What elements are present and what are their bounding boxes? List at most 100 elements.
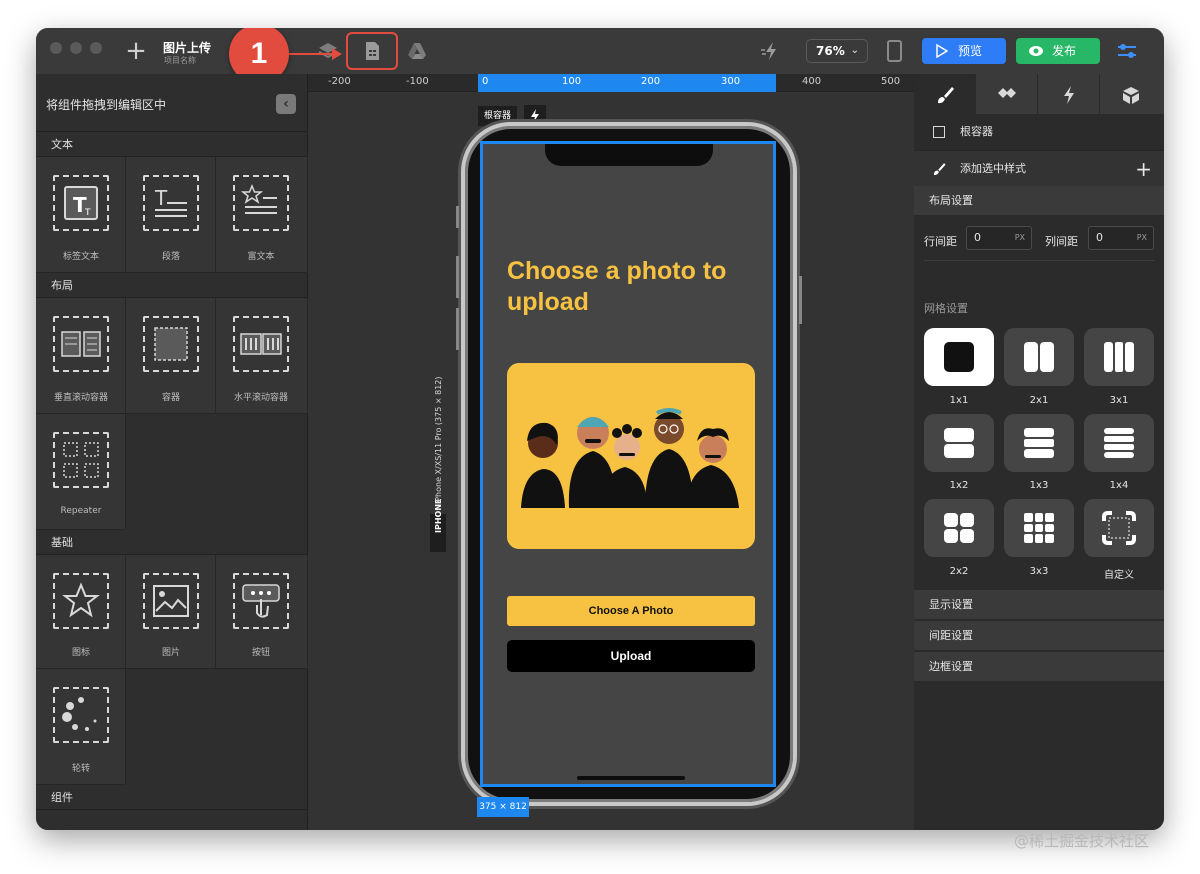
component-tile-horizontal-scroll[interactable]: 水平滚动容器: [216, 298, 308, 414]
grid-option-2x1[interactable]: [1004, 328, 1074, 386]
grid-option-1x3[interactable]: [1004, 414, 1074, 472]
add-style-row[interactable]: 添加选中样式 +: [914, 150, 1164, 186]
home-indicator: [577, 776, 685, 780]
col-gap-input[interactable]: 0 PX: [1088, 226, 1154, 250]
project-title: 图片上传: [163, 41, 212, 55]
component-tile-button[interactable]: 按钮: [216, 555, 308, 669]
window-close-dot[interactable]: [50, 42, 62, 54]
play-icon: [936, 44, 948, 58]
grid-option-1x4[interactable]: [1084, 414, 1154, 472]
grid-option-label: 2x1: [1029, 395, 1049, 406]
brush-icon: [933, 163, 946, 175]
label-text-icon: TT: [53, 175, 109, 231]
component-tile-container[interactable]: 容器: [126, 298, 216, 414]
collapse-panel-button[interactable]: ‹: [276, 94, 296, 114]
image-icon: [143, 573, 199, 629]
upload-button[interactable]: Upload: [507, 640, 755, 672]
grid-1x2-icon: [944, 428, 974, 458]
repeater-icon: [53, 432, 109, 488]
spinner-icon: [53, 687, 109, 743]
preview-button[interactable]: 预览: [922, 38, 1006, 64]
component-tile-rich-text[interactable]: 富文本: [216, 157, 308, 273]
ruler-tick: 200: [641, 76, 661, 87]
unit-label: PX: [1014, 233, 1025, 242]
section-basic: 基础: [36, 531, 308, 555]
border-settings-header[interactable]: 边框设置: [914, 652, 1164, 682]
layout-settings-header[interactable]: 布局设置: [914, 186, 1164, 216]
grid-option-2x2[interactable]: [924, 499, 994, 557]
tile-label: Repeater: [60, 506, 102, 516]
ruler-tick: 0: [482, 76, 489, 87]
watermark: @稀土掘金技术社区: [1014, 832, 1150, 850]
ruler-tick: 100: [562, 76, 582, 87]
component-tile-spinner[interactable]: 轮转: [36, 669, 126, 785]
tab-components[interactable]: [976, 74, 1038, 114]
annotation-arrow: [289, 53, 333, 55]
tab-data[interactable]: [1100, 74, 1162, 114]
component-tile-paragraph[interactable]: T 段落: [126, 157, 216, 273]
grid-option-custom[interactable]: [1084, 499, 1154, 557]
phone-side-button: [456, 308, 459, 350]
design-canvas[interactable]: -200 -100 0 100 200 300 400 500 根容器 IPHO…: [308, 74, 914, 830]
chevron-down-icon: ⌄: [850, 45, 859, 56]
component-tile-icon[interactable]: 图标: [36, 555, 126, 669]
divider: [924, 260, 1154, 261]
tab-interaction[interactable]: [1038, 74, 1100, 114]
grid-1x3-icon: [1024, 428, 1054, 458]
star-icon: [53, 573, 109, 629]
device-label: IPHONE iPhone X/XS/11 Pro (375 × 812): [430, 376, 446, 552]
data-source-icon[interactable]: [406, 40, 428, 62]
phone-screen[interactable]: Choose a photo to upload Choose A Photo …: [480, 141, 776, 787]
component-diamond-icon: [998, 88, 1016, 98]
device-name: iPhone X/XS/11 Pro (375 × 812): [434, 376, 443, 504]
title-bar: + 图片上传 项目名称 1 76% ⌄ 预览 发布: [36, 28, 1164, 84]
tile-label: 图片: [161, 648, 180, 658]
grid-option-label: 自定义: [1104, 570, 1134, 581]
zoom-select[interactable]: 76% ⌄: [806, 39, 868, 63]
svg-text:T: T: [84, 208, 91, 218]
root-container-row[interactable]: 根容器: [914, 114, 1164, 150]
row-gap-value: 0: [974, 231, 981, 244]
grid-1x1-icon: [944, 342, 974, 372]
properties-tabs: [914, 74, 1164, 114]
eye-icon: [1029, 46, 1043, 56]
component-tile-repeater[interactable]: Repeater: [36, 414, 126, 530]
lightning-icon: [1064, 86, 1074, 104]
publish-button[interactable]: 发布: [1016, 38, 1100, 64]
component-tile-label-text[interactable]: TT 标签文本: [36, 157, 126, 273]
screen-title: Choose a photo to upload: [507, 257, 727, 316]
tile-label: 容器: [161, 393, 180, 403]
people-illustration: [507, 363, 755, 549]
zoom-value: 76%: [816, 44, 845, 58]
spacing-settings-header[interactable]: 间距设置: [914, 621, 1164, 651]
grid-option-1x2[interactable]: [924, 414, 994, 472]
device-phone-icon[interactable]: [887, 40, 902, 62]
tab-style[interactable]: [914, 74, 976, 114]
checkbox-icon: [933, 126, 945, 138]
plus-icon[interactable]: +: [1135, 151, 1152, 187]
display-settings-header[interactable]: 显示设置: [914, 590, 1164, 620]
grid-option-label: 1x1: [949, 395, 969, 406]
add-page-button[interactable]: +: [124, 36, 148, 66]
sliders-icon[interactable]: [1116, 40, 1138, 62]
component-tile-vertical-scroll[interactable]: 垂直滚动容器: [36, 298, 126, 414]
window-zoom-dot[interactable]: [90, 42, 102, 54]
properties-panel: 根容器 添加选中样式 + 布局设置 行间距 0 PX 列间距 0 PX 网格设置: [914, 74, 1164, 830]
window-minimize-dot[interactable]: [70, 42, 82, 54]
grid-option-3x1[interactable]: [1084, 328, 1154, 386]
component-tile-image[interactable]: 图片: [126, 555, 216, 669]
brush-icon: [938, 87, 954, 104]
vertical-scroll-container-icon: [53, 316, 109, 372]
tile-label: 按钮: [251, 648, 270, 658]
grid-option-1x1[interactable]: [924, 328, 994, 386]
grid-option-label: 1x3: [1029, 480, 1049, 491]
tile-label: 垂直滚动容器: [53, 393, 108, 403]
annotation-arrow-head: [332, 48, 342, 60]
tile-label: 轮转: [71, 764, 90, 774]
choose-photo-button[interactable]: Choose A Photo: [507, 596, 755, 626]
row-gap-input[interactable]: 0 PX: [966, 226, 1032, 250]
grid-option-3x3[interactable]: [1004, 499, 1074, 557]
grid-settings-title: 网格设置: [924, 302, 968, 315]
lightning-speed-icon[interactable]: [760, 40, 782, 62]
col-gap-label: 列间距: [1045, 235, 1078, 248]
